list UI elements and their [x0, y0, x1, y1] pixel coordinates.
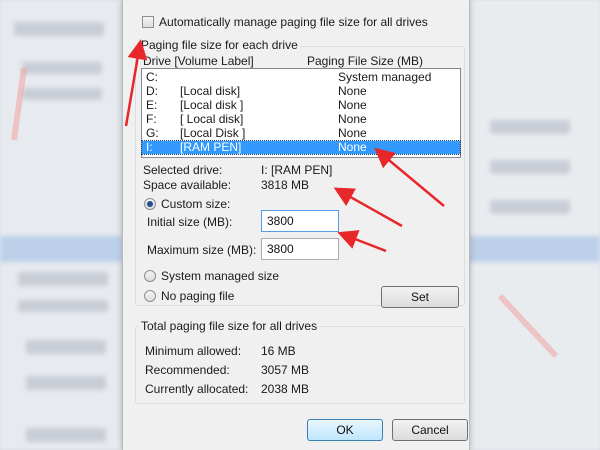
initial-size-label: Initial size (MB):: [147, 215, 233, 229]
background-blur: [26, 340, 106, 354]
drive-list[interactable]: C: System managed D: [Local disk] None E…: [141, 68, 461, 158]
ok-button[interactable]: OK: [307, 419, 383, 441]
custom-size-label: Custom size:: [161, 197, 231, 211]
drive-row[interactable]: G: [Local Disk ] None: [142, 127, 460, 140]
drive-paging-size: None: [338, 112, 367, 126]
drive-paging-size: None: [338, 126, 367, 140]
background-blur: [468, 236, 600, 262]
set-button[interactable]: Set: [381, 286, 459, 308]
system-managed-radio[interactable]: [144, 270, 156, 282]
background-blur: [18, 272, 108, 286]
no-paging-label: No paging file: [161, 289, 235, 303]
drive-volume-label: [Local disk]: [180, 84, 241, 98]
currently-allocated-value: 2038 MB: [261, 382, 310, 396]
background-blur: [26, 428, 106, 442]
drive-letter: D:: [146, 84, 158, 98]
minimum-allowed-value: 16 MB: [261, 344, 296, 358]
drives-group-title: Paging file size for each drive: [139, 38, 300, 52]
background-blur: [0, 236, 122, 262]
drive-volume-label: [ Local disk]: [180, 112, 244, 126]
radio-selected-dot: [147, 201, 153, 207]
drive-paging-size: None: [338, 140, 367, 154]
background-blur: [490, 200, 570, 214]
column-header-size[interactable]: Paging File Size (MB): [307, 54, 423, 68]
drive-paging-size: None: [338, 84, 367, 98]
cancel-button[interactable]: Cancel: [392, 419, 468, 441]
no-paging-radio[interactable]: [144, 290, 156, 302]
drive-volume-label: [RAM PEN]: [180, 140, 242, 154]
drive-row-selected[interactable]: I: [RAM PEN] None: [141, 140, 461, 155]
drive-letter: C:: [146, 70, 158, 84]
background-blur: [22, 62, 102, 74]
drive-row[interactable]: F: [ Local disk] None: [142, 113, 460, 126]
maximum-size-input[interactable]: [261, 238, 339, 260]
background-blur: [490, 160, 570, 174]
selected-drive-value: I: [RAM PEN]: [261, 163, 333, 177]
drive-letter: E:: [146, 98, 158, 112]
drive-letter: F:: [146, 112, 157, 126]
space-available-label: Space available:: [143, 178, 232, 192]
background-blur: [26, 376, 106, 390]
space-available-value: 3818 MB: [261, 178, 310, 192]
drive-letter: I:: [146, 140, 153, 154]
drive-paging-size: None: [338, 98, 367, 112]
maximum-size-label: Maximum size (MB):: [147, 243, 257, 257]
total-group-title: Total paging file size for all drives: [139, 319, 320, 333]
drive-row[interactable]: C: System managed: [142, 71, 460, 84]
auto-manage-label: Automatically manage paging file size fo…: [159, 15, 428, 29]
background-blur: [18, 300, 108, 312]
initial-size-input[interactable]: [261, 210, 339, 232]
column-header-drive[interactable]: Drive [Volume Label]: [143, 54, 254, 68]
recommended-value: 3057 MB: [261, 363, 310, 377]
background-blur: [14, 22, 104, 36]
background-blur: [22, 88, 102, 100]
background-right-panel: [468, 0, 600, 450]
drive-row[interactable]: D: [Local disk] None: [142, 85, 460, 98]
system-managed-label: System managed size: [161, 269, 280, 283]
background-blur: [490, 120, 570, 134]
virtual-memory-dialog: Automatically manage paging file size fo…: [122, 0, 470, 450]
selected-drive-label: Selected drive:: [143, 163, 223, 177]
drive-row[interactable]: E: [Local disk ] None: [142, 99, 460, 112]
custom-size-radio[interactable]: [144, 198, 156, 210]
drive-paging-size: System managed: [338, 70, 432, 84]
drive-volume-label: [Local disk ]: [180, 98, 244, 112]
minimum-allowed-label: Minimum allowed:: [145, 344, 242, 358]
auto-manage-checkbox[interactable]: [142, 16, 154, 28]
drive-letter: G:: [146, 126, 159, 140]
currently-allocated-label: Currently allocated:: [145, 382, 249, 396]
recommended-label: Recommended:: [145, 363, 230, 377]
drive-volume-label: [Local Disk ]: [180, 126, 246, 140]
